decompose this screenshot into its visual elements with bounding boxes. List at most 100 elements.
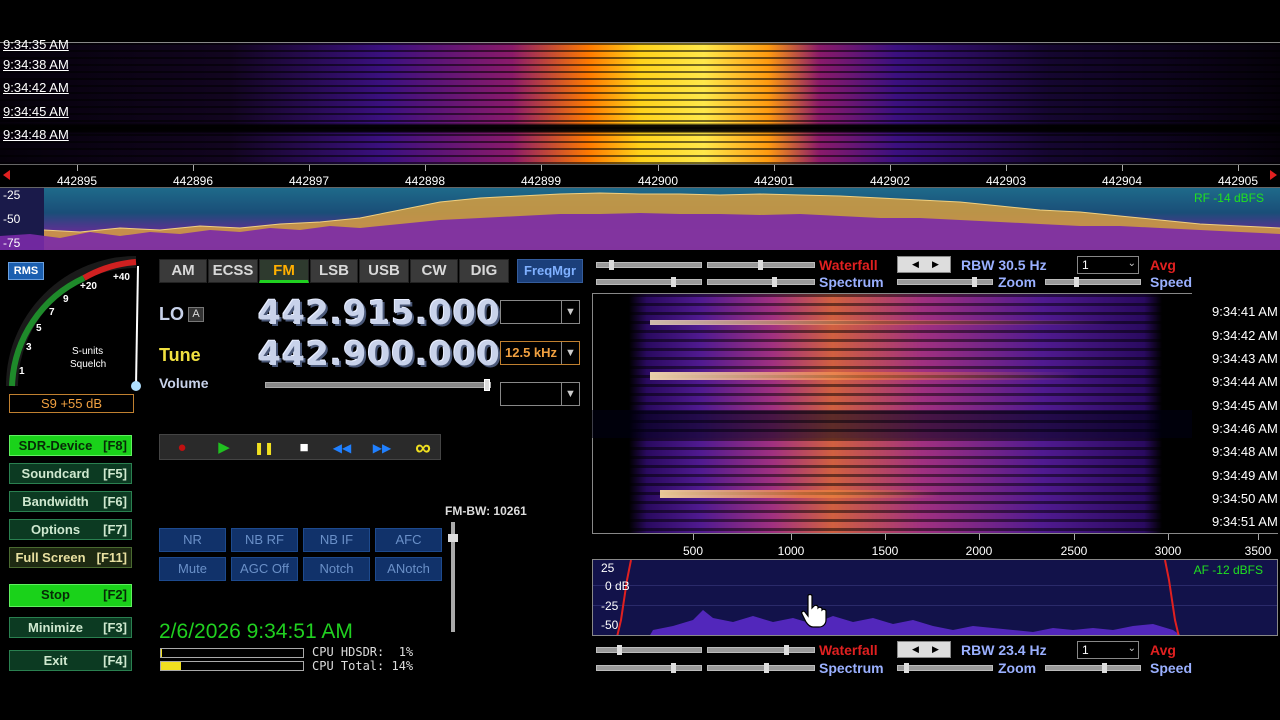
nr-button[interactable]: NR xyxy=(159,528,226,552)
meter-scale-label: 3 xyxy=(26,342,32,353)
meter-scale-label: +40 xyxy=(113,272,130,283)
rf-waterfall[interactable]: 9:34:35 AM 9:34:38 AM 9:34:42 AM 9:34:45… xyxy=(0,37,1280,164)
mode-fm-button[interactable]: FM xyxy=(259,259,309,283)
rbw-label: RBW 23.4 Hz xyxy=(961,642,1047,658)
freq-tick-label: 442897 xyxy=(288,174,330,188)
soundcard-button[interactable]: Soundcard [F5] xyxy=(9,463,132,484)
lo-a-badge[interactable]: A xyxy=(188,307,204,322)
waterfall-timestamp: 9:34:35 AM xyxy=(3,37,69,52)
freq-tick-label: 442904 xyxy=(1101,174,1143,188)
speed-label: Speed xyxy=(1150,660,1193,676)
full-screen-button[interactable]: Full Screen [F11] xyxy=(9,547,132,568)
lo-combo[interactable]: ▼ xyxy=(500,300,580,324)
waterfall-level-slider[interactable] xyxy=(596,645,702,655)
agc-button[interactable]: AGC Off xyxy=(231,557,298,581)
bandwidth-button[interactable]: Bandwidth [F6] xyxy=(9,491,132,512)
play-icon[interactable]: ▶ xyxy=(212,439,236,457)
af-waterfall-timestamp: 9:34:42 AM xyxy=(1212,328,1278,343)
tune-frequency[interactable]: 442.900.000 xyxy=(258,334,501,373)
speed-label: Speed xyxy=(1150,274,1193,290)
waterfall-label: Waterfall xyxy=(819,257,878,273)
mode-cw-button[interactable]: CW xyxy=(410,259,458,283)
frequency-axis[interactable]: 442895 442896 442897 442898 442899 44290… xyxy=(0,164,1280,188)
volume-slider[interactable] xyxy=(265,379,491,391)
lo-frequency[interactable]: 442.915.000 xyxy=(258,293,501,332)
rewind-icon[interactable]: ◀◀ xyxy=(330,439,354,457)
spectrum-level-slider[interactable] xyxy=(596,663,702,673)
af-waterfall-timestamp: 9:34:49 AM xyxy=(1212,468,1278,483)
rbw-stepper[interactable]: ◀ ▶ xyxy=(897,641,951,658)
anotch-button[interactable]: ANotch xyxy=(375,557,442,581)
tune-step-select[interactable]: 12.5 kHz ▼ xyxy=(500,341,580,365)
mode-ecss-button[interactable]: ECSS xyxy=(208,259,258,283)
af-tick-label: 1000 xyxy=(777,544,805,558)
scroll-left-arrow-icon[interactable] xyxy=(3,170,10,180)
s-meter-readout: S9 +55 dB xyxy=(9,394,134,413)
sdr-device-button[interactable]: SDR-Device [F8] xyxy=(9,435,132,456)
spectrum-level-slider[interactable] xyxy=(596,277,702,287)
afc-button[interactable]: AFC xyxy=(375,528,442,552)
avg-select[interactable]: 1 ⌄ xyxy=(1077,641,1139,659)
mute-button[interactable]: Mute xyxy=(159,557,226,581)
af-waterfall-timestamp: 9:34:50 AM xyxy=(1212,491,1278,506)
mode-lsb-button[interactable]: LSB xyxy=(310,259,358,283)
af-tick-label: 1500 xyxy=(871,544,899,558)
meter-scale-label: 9 xyxy=(63,294,69,305)
freq-tick-label: 442899 xyxy=(520,174,562,188)
rms-button[interactable]: RMS xyxy=(8,262,44,280)
af-waterfall-timestamp: 9:34:48 AM xyxy=(1212,444,1278,459)
chevron-down-icon: ▼ xyxy=(561,383,579,405)
spectrum-contrast-slider[interactable] xyxy=(707,663,815,673)
zoom-slider[interactable] xyxy=(897,277,993,287)
freq-tick-label: 442898 xyxy=(404,174,446,188)
stop-button[interactable]: Stop [F2] xyxy=(9,584,132,607)
waterfall-contrast-slider[interactable] xyxy=(707,260,815,270)
loop-icon[interactable]: ∞ xyxy=(408,437,438,459)
speed-slider[interactable] xyxy=(1045,277,1141,287)
fast-forward-icon[interactable]: ▶▶ xyxy=(370,439,394,457)
waterfall-level-slider[interactable] xyxy=(596,260,702,270)
af-spectrum[interactable]: 25 0 dB -25 -50 AF -12 dBFS xyxy=(592,559,1278,636)
freq-tick-label: 442900 xyxy=(637,174,679,188)
meter-scale-label: 1 xyxy=(19,366,25,377)
freqmgr-button[interactable]: FreqMgr xyxy=(517,259,583,283)
rf-level-readout: RF -14 dBFS xyxy=(1193,191,1264,205)
zoom-slider[interactable] xyxy=(897,663,993,673)
af-frequency-axis[interactable]: 500 1000 1500 2000 2500 3000 3500 xyxy=(592,533,1278,559)
fm-bandwidth-slider-knob[interactable] xyxy=(448,534,458,542)
date-time-display: 2/6/2026 9:34:51 AM xyxy=(159,620,353,643)
spectrum-contrast-slider[interactable] xyxy=(707,277,815,287)
minimize-button[interactable]: Minimize [F3] xyxy=(9,617,132,638)
af-level-readout: AF -12 dBFS xyxy=(1193,563,1263,577)
scroll-right-arrow-icon[interactable] xyxy=(1270,170,1277,180)
fm-bandwidth-slider[interactable] xyxy=(448,522,458,632)
rf-spectrum[interactable]: -25 -50 -75 RF -14 dBFS xyxy=(0,188,1280,250)
mode-am-button[interactable]: AM xyxy=(159,259,207,283)
nb-rf-button[interactable]: NB RF xyxy=(231,528,298,552)
mode-dig-button[interactable]: DIG xyxy=(459,259,509,283)
rf-spectrum-trace xyxy=(0,192,1280,250)
pause-icon[interactable]: ❚❚ xyxy=(252,439,276,457)
stop-icon[interactable]: ■ xyxy=(292,439,316,457)
meter-scale-label: 5 xyxy=(36,323,42,334)
af-db-label: -25 xyxy=(601,599,619,613)
db-scale-label: -50 xyxy=(3,212,21,226)
af-db-label: 0 dB xyxy=(605,579,630,593)
nb-if-button[interactable]: NB IF xyxy=(303,528,370,552)
speed-slider[interactable] xyxy=(1045,663,1141,673)
exit-button[interactable]: Exit [F4] xyxy=(9,650,132,671)
rbw-stepper[interactable]: ◀ ▶ xyxy=(897,256,951,273)
volume-combo[interactable]: ▼ xyxy=(500,382,580,406)
af-waterfall-timestamp: 9:34:43 AM xyxy=(1212,351,1278,366)
meter-scale-label: +20 xyxy=(80,281,97,292)
record-icon[interactable]: ● xyxy=(170,439,194,457)
cpu-total-text: CPU Total: 14% xyxy=(312,659,414,673)
volume-slider-knob[interactable] xyxy=(484,379,490,391)
notch-button[interactable]: Notch xyxy=(303,557,370,581)
waterfall-contrast-slider[interactable] xyxy=(707,645,815,655)
mode-usb-button[interactable]: USB xyxy=(359,259,409,283)
af-db-label: -50 xyxy=(601,618,619,632)
options-button[interactable]: Options [F7] xyxy=(9,519,132,540)
waterfall-timestamp: 9:34:45 AM xyxy=(3,104,69,119)
avg-select[interactable]: 1 ⌄ xyxy=(1077,256,1139,274)
